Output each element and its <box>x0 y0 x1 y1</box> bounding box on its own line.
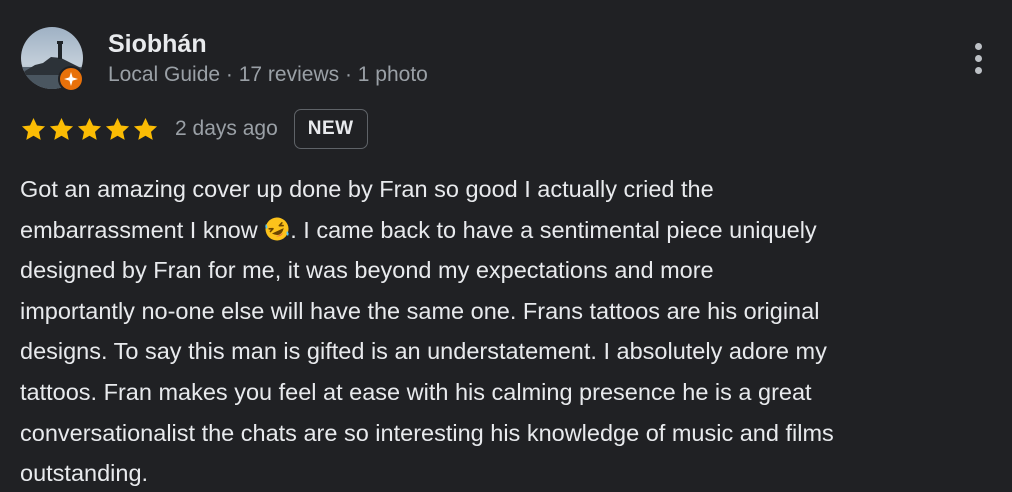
review-text-line: importantly no-one else will have the sa… <box>20 297 820 324</box>
star-icon <box>105 117 130 140</box>
review-text: Got an amazing cover up done by Fran so … <box>20 169 1005 492</box>
new-badge: NEW <box>293 109 368 149</box>
star-icon <box>21 117 46 140</box>
author-name[interactable]: Siobhán <box>108 28 207 60</box>
rating-row: 2 days ago NEW <box>20 108 368 150</box>
review-text-line: conversationalist the chats are so inter… <box>20 419 834 446</box>
review-text-line: designs. To say this man is gifted is an… <box>20 338 827 365</box>
star-rating <box>20 116 159 143</box>
local-guide-badge-icon <box>58 66 84 92</box>
author-meta[interactable]: Local Guide · 17 reviews · 1 photo <box>108 61 428 89</box>
author-avatar[interactable] <box>21 27 85 92</box>
review-text-line: outstanding. <box>20 460 149 487</box>
review-date: 2 days ago <box>175 117 278 140</box>
rolling-on-floor-laughing-emoji <box>265 217 289 241</box>
review-text-line: designed by Fran for me, it was beyond m… <box>20 257 714 284</box>
review-text-line: embarrassment I know . I came back to ha… <box>20 210 1005 251</box>
star-icon <box>49 117 74 140</box>
review-text-segment: . I came back to have a sentimental piec… <box>290 216 817 243</box>
more-vert-icon[interactable] <box>960 38 996 78</box>
review-text-line: tattoos. Fran makes you feel at ease wit… <box>20 378 812 405</box>
star-icon <box>133 117 158 140</box>
star-icon <box>77 117 102 140</box>
review-text-line: Got an amazing cover up done by Fran so … <box>20 176 714 202</box>
review-card: Siobhán Local Guide · 17 reviews · 1 pho… <box>0 0 1012 492</box>
review-text-segment: embarrassment I know <box>20 216 265 243</box>
